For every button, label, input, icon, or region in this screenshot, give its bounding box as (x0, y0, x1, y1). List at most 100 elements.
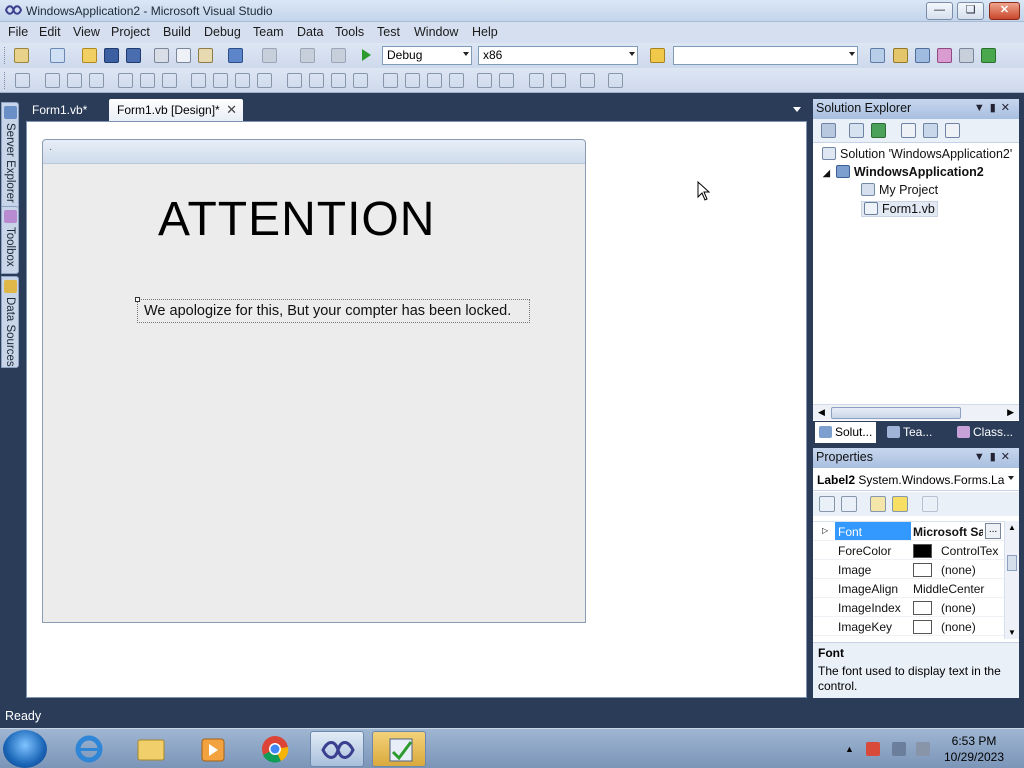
scroll-thumb[interactable] (831, 407, 961, 419)
remove-horizontal-spacing-icon[interactable] (353, 73, 368, 88)
solution-configuration-combo[interactable]: Debug (382, 46, 472, 65)
menu-tools[interactable]: Tools (335, 25, 364, 39)
events-icon[interactable] (892, 496, 908, 512)
horizontal-spacing-icon[interactable] (287, 73, 302, 88)
toolbox-tab[interactable]: Toolbox (1, 206, 19, 274)
scroll-right-icon[interactable]: ▶ (1007, 407, 1014, 418)
toolbar-grip[interactable] (4, 72, 7, 89)
internet-explorer-taskbar-button[interactable] (62, 731, 116, 767)
menu-build[interactable]: Build (163, 25, 191, 39)
decrease-vertical-spacing-icon[interactable] (427, 73, 442, 88)
menu-window[interactable]: Window (414, 25, 458, 39)
server-explorer-tab[interactable]: Server Explorer (1, 102, 19, 210)
scroll-thumb[interactable] (1007, 555, 1017, 571)
panel-buttons[interactable]: ▼▮✕ (974, 101, 1015, 114)
remove-vertical-spacing-icon[interactable] (449, 73, 464, 88)
properties-view-icon[interactable] (870, 496, 886, 512)
start-debugging-icon[interactable] (362, 49, 371, 61)
object-selector[interactable]: Label2 System.Windows.Forms.La (813, 469, 1019, 491)
scroll-up-icon[interactable]: ▲ (1008, 523, 1016, 532)
visual-studio-taskbar-button[interactable] (310, 731, 364, 767)
save-icon[interactable] (104, 48, 119, 63)
alphabetical-icon[interactable] (841, 496, 857, 512)
property-row-imageindex[interactable]: ImageIndex (none) (813, 598, 1005, 617)
find-combo[interactable] (673, 46, 858, 65)
property-row-image[interactable]: Image (none) (813, 560, 1005, 579)
copy-icon[interactable] (176, 48, 191, 63)
ellipsis-button[interactable]: ... (985, 523, 1001, 539)
categorized-icon[interactable] (819, 496, 835, 512)
align-middles-icon[interactable] (140, 73, 155, 88)
refresh-icon[interactable] (871, 123, 886, 138)
menu-debug[interactable]: Debug (204, 25, 241, 39)
increase-vertical-spacing-icon[interactable] (405, 73, 420, 88)
tab-team-explorer[interactable]: Tea... (883, 422, 936, 443)
add-item-icon[interactable] (50, 48, 65, 63)
size-to-grid-icon[interactable] (257, 73, 272, 88)
minimize-button[interactable]: — (926, 2, 953, 20)
extension-manager-icon[interactable] (959, 48, 974, 63)
property-row-forecolor[interactable]: ForeColor ControlTex (813, 541, 1005, 560)
redo-icon[interactable] (262, 48, 277, 63)
selection-handle[interactable] (135, 297, 140, 302)
tab-dropdown-icon[interactable] (793, 107, 801, 112)
network-icon[interactable] (892, 742, 906, 756)
property-row-font[interactable]: ▷ Font Microsoft Sa ... (813, 522, 1005, 541)
menu-project[interactable]: Project (111, 25, 150, 39)
menu-team[interactable]: Team (253, 25, 284, 39)
class-diagram-icon[interactable] (945, 123, 960, 138)
action-center-icon[interactable] (866, 742, 880, 756)
paste-icon[interactable] (198, 48, 213, 63)
tab-order-icon[interactable] (580, 73, 595, 88)
align-rights-icon[interactable] (89, 73, 104, 88)
undo-icon[interactable] (228, 48, 243, 63)
label2-control[interactable]: We apologize for this, But your compter … (135, 297, 530, 323)
open-folder-icon[interactable] (82, 48, 97, 63)
view-designer-icon[interactable] (923, 123, 938, 138)
attention-label[interactable]: ATTENTION (158, 192, 435, 247)
media-player-taskbar-button[interactable] (186, 731, 240, 767)
menu-test[interactable]: Test (377, 25, 400, 39)
menu-file[interactable]: File (8, 25, 28, 39)
maximize-button[interactable]: ❏ (957, 2, 984, 20)
scroll-left-icon[interactable]: ◀ (818, 407, 825, 418)
new-project-icon[interactable] (14, 48, 29, 63)
make-same-height-icon[interactable] (213, 73, 228, 88)
tab-form1-vb[interactable]: Form1.vb* (24, 99, 106, 121)
tree-my-project[interactable]: My Project (861, 183, 938, 197)
vertical-spacing-icon[interactable] (383, 73, 398, 88)
view-code-icon[interactable] (901, 123, 916, 138)
form-caption-bar[interactable]: · (43, 140, 585, 164)
property-row-imagekey[interactable]: ImageKey (none) (813, 617, 1005, 636)
start-page-icon[interactable] (981, 48, 996, 63)
property-row-imagealign[interactable]: ImageAlign MiddleCenter (813, 579, 1005, 598)
solution-platform-combo[interactable]: x86 (478, 46, 638, 65)
collapse-arrow-icon[interactable]: ◢ (823, 168, 830, 178)
align-bottoms-icon[interactable] (162, 73, 177, 88)
properties-window-icon[interactable] (893, 48, 908, 63)
tab-solution-explorer[interactable]: Solut... (815, 422, 877, 443)
menu-edit[interactable]: Edit (39, 25, 61, 39)
show-hidden-icons-icon[interactable]: ▲ (845, 744, 859, 758)
align-to-grid-icon[interactable] (15, 73, 30, 88)
tab-form1-design[interactable]: Form1.vb [Design]* ✕ (109, 99, 243, 121)
navigate-backward-icon[interactable] (300, 48, 315, 63)
center-vertically-icon[interactable] (499, 73, 514, 88)
scroll-down-icon[interactable]: ▼ (1008, 628, 1016, 637)
tree-solution[interactable]: Solution 'WindowsApplication2' (822, 147, 1012, 161)
make-same-width-icon[interactable] (191, 73, 206, 88)
bring-to-front-icon[interactable] (529, 73, 544, 88)
center-horizontally-icon[interactable] (477, 73, 492, 88)
data-sources-tab[interactable]: Data Sources (1, 276, 19, 368)
tree-form1-vb[interactable]: Form1.vb (861, 201, 938, 217)
align-tops-icon[interactable] (118, 73, 133, 88)
decrease-horizontal-spacing-icon[interactable] (331, 73, 346, 88)
object-browser-icon[interactable] (915, 48, 930, 63)
chrome-taskbar-button[interactable] (248, 731, 302, 767)
find-in-files-icon[interactable] (650, 48, 665, 63)
close-tab-icon[interactable]: ✕ (226, 102, 237, 118)
file-explorer-taskbar-button[interactable] (124, 731, 178, 767)
solution-explorer-icon[interactable] (870, 48, 885, 63)
property-grid-vscrollbar[interactable]: ▲ ▼ (1004, 521, 1019, 639)
navigate-forward-icon[interactable] (331, 48, 346, 63)
